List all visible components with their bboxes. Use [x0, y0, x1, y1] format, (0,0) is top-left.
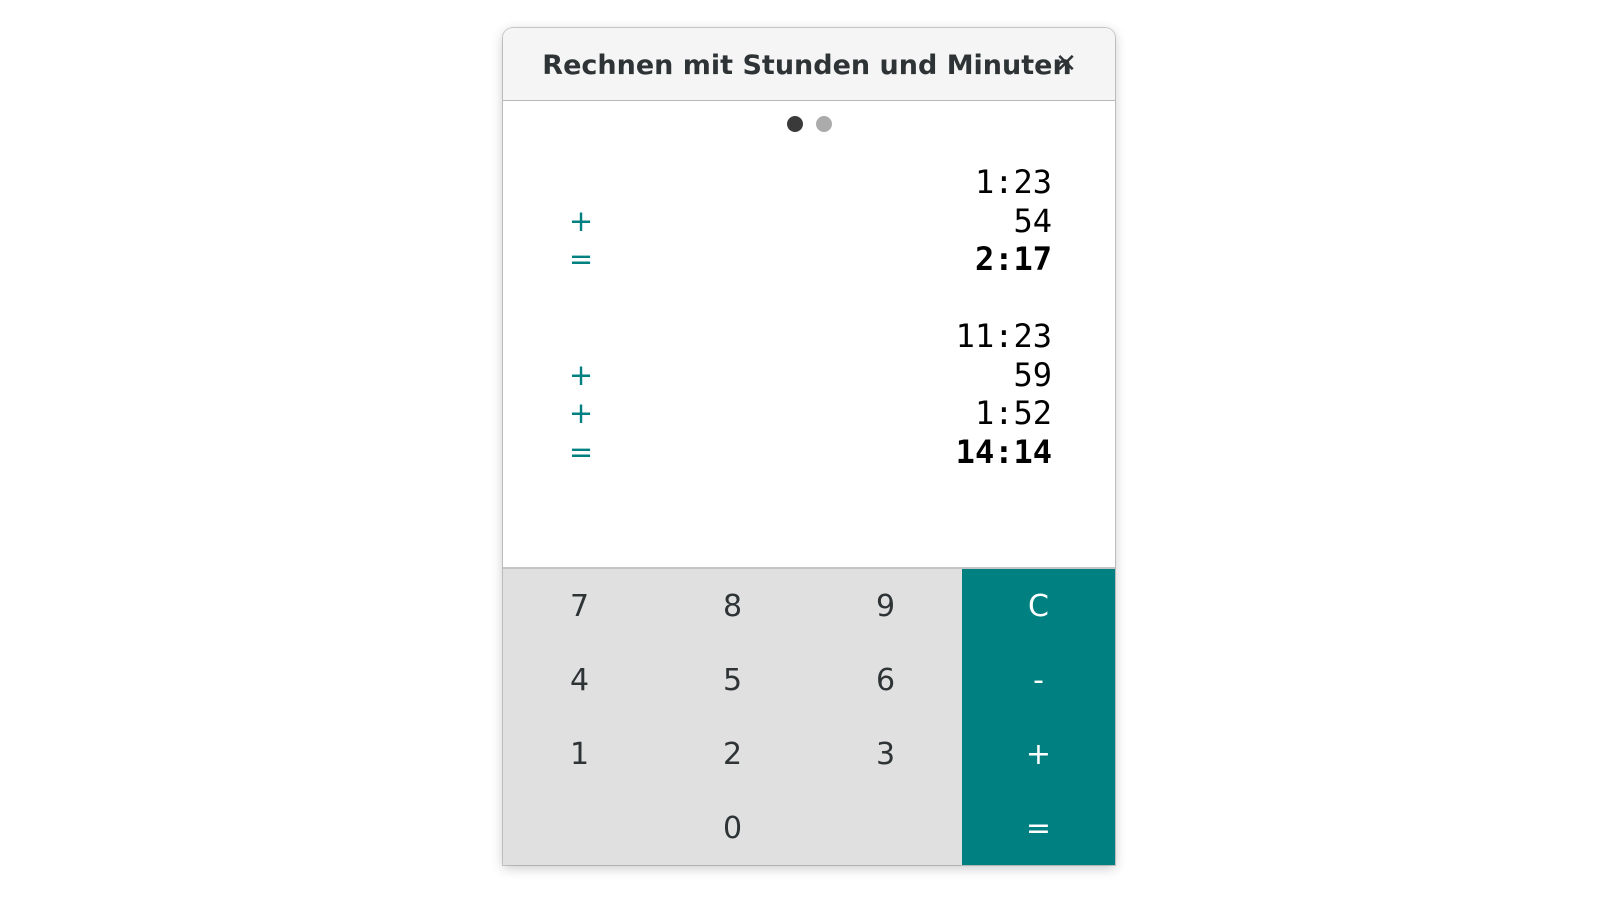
operand: 59 [1013, 355, 1052, 394]
operand: 1:23 [974, 163, 1052, 201]
calc-line: + 54 [566, 202, 1052, 241]
page-dot-1[interactable] [786, 116, 803, 132]
operator: + [568, 396, 594, 430]
calc-line: = 2:17 [566, 240, 1052, 279]
calc-line: + 59 [566, 356, 1052, 395]
calc-line: 1:23 [566, 163, 1052, 202]
operator: + [568, 357, 594, 392]
empty-key [503, 791, 656, 865]
empty-key [809, 791, 962, 865]
key-2-button[interactable]: 2 [656, 717, 809, 791]
calculator-window: Rechnen mit Stunden und Minuten ✕ 1:23 +… [503, 28, 1115, 865]
key-5-button[interactable]: 5 [656, 643, 809, 717]
operator: = [568, 242, 594, 276]
close-icon[interactable]: ✕ [1048, 46, 1084, 82]
calculation-2: 11:23 + 59 + 1:52 = 14:14 [566, 317, 1052, 471]
operand: 54 [1013, 201, 1052, 240]
key-6-button[interactable]: 6 [809, 643, 962, 717]
calc-line: = 14:14 [566, 433, 1052, 472]
keypad: 7 8 9 C 4 5 6 - 1 2 3 + 0 = [503, 569, 1115, 865]
operand: 1:52 [974, 394, 1052, 432]
window-title: Rechnen mit Stunden und Minuten [542, 50, 1072, 81]
equals-button[interactable]: = [962, 791, 1115, 865]
key-7-button[interactable]: 7 [503, 569, 656, 643]
result-value: 2:17 [974, 240, 1052, 278]
key-0-button[interactable]: 0 [656, 791, 809, 865]
key-1-button[interactable]: 1 [503, 717, 656, 791]
calc-line: + 1:52 [566, 394, 1052, 433]
plus-button[interactable]: + [962, 717, 1115, 791]
calc-line: 11:23 [566, 317, 1052, 356]
minus-button[interactable]: - [962, 643, 1115, 717]
page-dot-2[interactable] [815, 116, 832, 132]
key-3-button[interactable]: 3 [809, 717, 962, 791]
page-indicator [503, 114, 1115, 134]
operator: + [568, 203, 594, 238]
key-4-button[interactable]: 4 [503, 643, 656, 717]
calculation-display: 1:23 + 54 = 2:17 11:23 + 59 + 1:52 = 14:… [503, 148, 1115, 568]
title-bar: Rechnen mit Stunden und Minuten ✕ [503, 28, 1115, 101]
result-value: 14:14 [955, 432, 1052, 471]
clear-button[interactable]: C [962, 569, 1115, 643]
key-8-button[interactable]: 8 [656, 569, 809, 643]
operand: 11:23 [955, 317, 1052, 355]
calculation-1: 1:23 + 54 = 2:17 [566, 163, 1052, 279]
operator: = [568, 434, 594, 469]
key-9-button[interactable]: 9 [809, 569, 962, 643]
